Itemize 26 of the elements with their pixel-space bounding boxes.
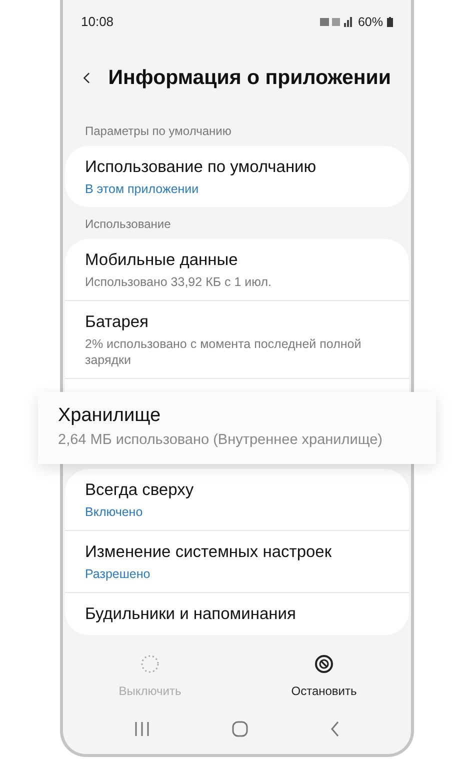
battery-level: 60% <box>358 14 383 31</box>
storage-popup[interactable]: Хранилище 2,64 МБ использовано (Внутреннее хранилище) <box>38 392 436 464</box>
item-subtitle: Включено <box>85 504 144 520</box>
home-icon[interactable] <box>232 721 248 737</box>
item-title[interactable]: Будильники и напоминания <box>85 603 389 625</box>
signal-icon <box>320 17 354 27</box>
dotted-circle-icon <box>140 654 160 674</box>
item-subtitle: Использовано 33,92 КБ с 1 июл. <box>85 274 273 290</box>
section-header: Использование <box>84 216 172 233</box>
item-title[interactable]: Мобильные данные <box>85 249 389 271</box>
item-title[interactable]: Батарея <box>85 311 389 333</box>
recent-apps-icon[interactable] <box>134 722 150 736</box>
popup-title: Хранилище <box>58 404 162 428</box>
battery-icon <box>387 17 393 27</box>
page-title: Информация о приложении <box>108 64 391 91</box>
action-button[interactable]: Остановить <box>237 644 411 710</box>
item-subtitle: 2% использовано с момента последней полной зарядки <box>85 336 362 368</box>
item-subtitle: В этом приложении <box>85 181 200 197</box>
item-title[interactable]: Использование по умолчанию <box>85 156 389 178</box>
section-header: Параметры по умолчанию <box>84 123 232 140</box>
stop-icon <box>314 654 334 674</box>
popup-subtitle: 2,64 МБ использовано (Внутреннее хранилище) <box>58 431 384 450</box>
item-subtitle: Разрешено <box>85 566 152 582</box>
item-title[interactable]: Всегда сверху <box>85 479 389 501</box>
item-title[interactable]: Изменение системных настроек <box>85 541 389 563</box>
status-time: 10:08 <box>81 13 114 32</box>
